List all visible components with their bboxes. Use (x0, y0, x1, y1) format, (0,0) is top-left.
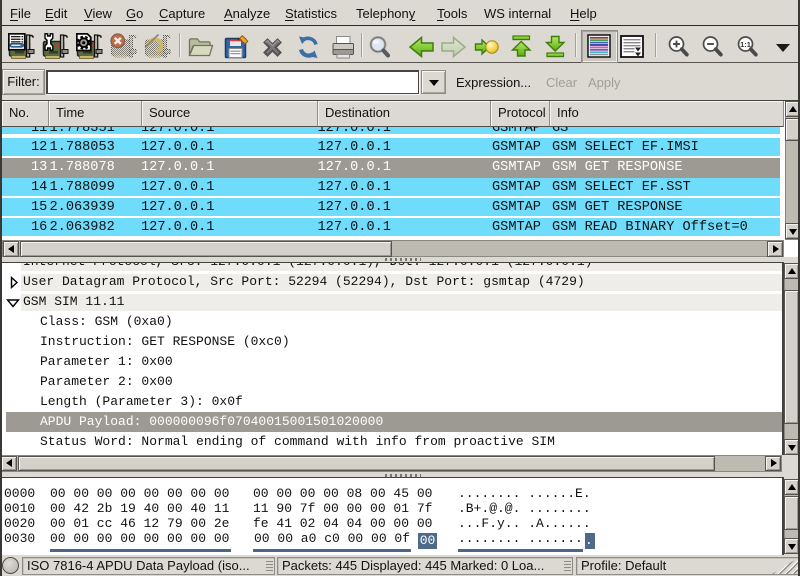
svg-text:1:1: 1:1 (740, 40, 751, 49)
